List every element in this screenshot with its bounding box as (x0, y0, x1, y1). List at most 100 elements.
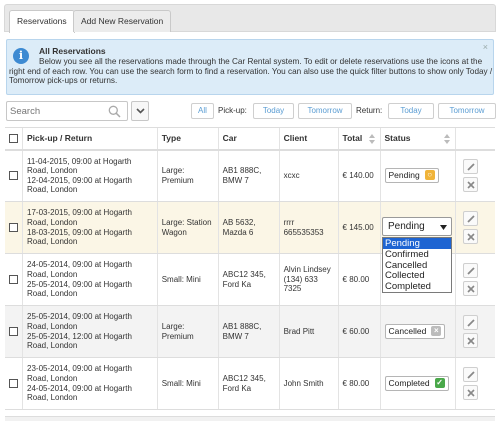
pencil-icon (466, 266, 475, 275)
type-link[interactable]: Small: Mini (156, 253, 219, 306)
tab-bar: Reservations Add New Reservation (4, 4, 496, 33)
status-cell: Cancelled × (379, 305, 455, 358)
delete-button[interactable] (462, 228, 478, 244)
edit-button[interactable] (462, 314, 478, 330)
delete-button[interactable] (462, 384, 478, 400)
row-checkbox[interactable] (9, 171, 18, 181)
filter-return-tomorrow-button[interactable]: Tomorrow (438, 103, 496, 119)
chevron-down-icon (136, 108, 145, 114)
check-icon: ✓ (434, 377, 445, 388)
status-select[interactable]: Pending (382, 217, 452, 236)
total-cell: € 145.00 (337, 201, 381, 254)
delete-button[interactable] (462, 280, 478, 296)
edit-button[interactable] (462, 262, 478, 278)
info-text: Below you see all the reservations made … (9, 57, 493, 86)
pickup-text: 17-03-2015, 09:00 at Hogarth Road, Londo… (27, 208, 132, 227)
delete-button[interactable] (462, 332, 478, 348)
filter-pickup-today-button[interactable]: Today (253, 103, 294, 119)
column-header-total[interactable]: Total (337, 127, 381, 151)
search-options-button[interactable] (131, 101, 149, 121)
row-checkbox-cell (5, 253, 23, 306)
status-cell: Completed ✓ (379, 357, 455, 410)
filter-all-button[interactable]: All (191, 103, 214, 119)
cancel-icon: × (431, 325, 442, 336)
car-link[interactable]: AB1 888C, BMW 7 (217, 149, 280, 202)
pencil-icon (466, 318, 475, 327)
close-icon[interactable]: × (483, 42, 488, 52)
type-link[interactable]: Large: Premium (156, 149, 219, 202)
column-header-car[interactable]: Car (217, 127, 280, 151)
column-header-pickup[interactable]: Pick-up / Return (22, 127, 158, 151)
pickup-return-cell: 23-05-2014, 09:00 at Hogarth Road, Londo… (22, 357, 158, 410)
table-row: 23-05-2014, 09:00 at Hogarth Road, Londo… (5, 357, 495, 410)
table-footer (5, 416, 495, 421)
status-option-collected[interactable]: Collected (383, 270, 451, 281)
type-link[interactable]: Large: Station Wagon (156, 201, 219, 254)
status-option-cancelled[interactable]: Cancelled (383, 260, 451, 271)
return-text: 25-05-2014, 09:00 at Hogarth Road, Londo… (27, 279, 132, 299)
pickup-return-cell: 25-05-2014, 09:00 at Hogarth Road, Londo… (22, 305, 158, 358)
car-link[interactable]: ABC12 345, Ford Ka (217, 357, 280, 410)
pencil-icon (466, 163, 475, 171)
sort-icon[interactable] (443, 134, 450, 144)
edit-button[interactable] (462, 366, 478, 382)
column-header-client[interactable]: Client (278, 127, 339, 151)
filter-pickup-tomorrow-button[interactable]: Tomorrow (298, 103, 352, 119)
edit-button[interactable] (462, 158, 478, 174)
row-checkbox[interactable] (9, 275, 18, 285)
actions-cell (454, 149, 495, 202)
actions-cell (454, 305, 495, 358)
close-icon (466, 284, 475, 293)
edit-button[interactable] (462, 210, 478, 226)
client-cell: xcxc (278, 149, 339, 202)
return-text: 12-04-2015, 09:00 at Hogarth Road, Londo… (27, 175, 132, 195)
pickup-text: 11-04-2015, 09:00 at Hogarth Road, Londo… (27, 156, 132, 176)
table-row: 25-05-2014, 09:00 at Hogarth Road, Londo… (5, 305, 495, 358)
actions-cell (454, 253, 495, 306)
status-option-confirmed[interactable]: Confirmed (383, 249, 451, 260)
select-all-checkbox[interactable] (9, 134, 18, 144)
search-input[interactable] (10, 104, 106, 118)
client-cell: rrrr 665535353 (278, 201, 339, 254)
close-icon (466, 232, 475, 241)
status-badge[interactable]: Pending ○ (384, 168, 439, 184)
car-link[interactable]: AB1 888C, BMW 7 (217, 305, 280, 358)
row-checkbox[interactable] (9, 379, 18, 389)
return-text: 18-03-2015, 09:00 at Hogarth Road, Londo… (27, 227, 132, 247)
status-badge[interactable]: Cancelled × (384, 324, 446, 339)
pickup-text: 25-05-2014, 09:00 at Hogarth Road, Londo… (27, 312, 132, 331)
row-checkbox-cell (5, 305, 23, 358)
car-link[interactable]: AB 5632, Mazda 6 (217, 201, 280, 254)
pickup-return-cell: 24-05-2014, 09:00 at Hogarth Road, Londo… (22, 253, 158, 306)
total-cell: € 80.00 (337, 253, 381, 306)
row-checkbox[interactable] (9, 223, 18, 233)
close-icon (466, 388, 475, 397)
total-cell: € 140.00 (337, 149, 381, 202)
type-link[interactable]: Large: Premium (156, 305, 219, 358)
total-cell: € 80.00 (337, 357, 381, 410)
status-option-pending[interactable]: Pending (383, 238, 451, 249)
row-checkbox[interactable] (9, 327, 18, 337)
sort-icon[interactable] (368, 134, 375, 144)
status-option-completed[interactable]: Completed (383, 281, 451, 292)
search-icon[interactable] (108, 105, 121, 118)
car-link[interactable]: ABC12 345, Ford Ka (217, 253, 280, 306)
status-badge[interactable]: Completed ✓ (384, 376, 449, 391)
return-filter-label: Return: (356, 106, 383, 115)
search-box (6, 101, 128, 121)
column-header-type[interactable]: Type (156, 127, 219, 151)
close-icon (466, 181, 475, 189)
delete-button[interactable] (462, 176, 478, 192)
filter-return-today-button[interactable]: Today (388, 103, 434, 119)
status-select-value: Pending (388, 221, 425, 232)
type-link[interactable]: Small: Mini (156, 357, 219, 410)
total-header-label: Total (342, 133, 363, 144)
row-checkbox-cell (5, 149, 23, 202)
column-header-status[interactable]: Status (379, 127, 455, 151)
tab-reservations[interactable]: Reservations (9, 10, 75, 33)
status-options-menu: Pending Confirmed Cancelled Collected Co… (382, 237, 452, 293)
row-checkbox-cell (5, 357, 23, 410)
tab-add-new-reservation[interactable]: Add New Reservation (73, 10, 172, 32)
total-cell: € 60.00 (337, 305, 381, 358)
table-header-row: Pick-up / Return Type Car Client Total S… (5, 127, 495, 151)
